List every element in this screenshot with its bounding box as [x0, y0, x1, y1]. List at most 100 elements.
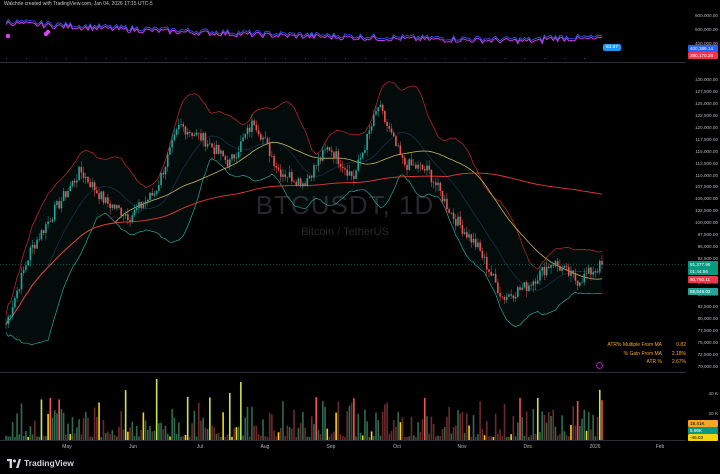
volume-bar	[304, 427, 306, 441]
candle-body	[525, 282, 528, 291]
top-indicator-tick-mark	[564, 58, 566, 60]
candle-body	[113, 204, 116, 209]
candle-body	[255, 124, 258, 131]
candle-body	[244, 134, 247, 138]
candle-body	[412, 164, 415, 166]
volume-bar	[213, 427, 216, 441]
volume-bar	[302, 412, 304, 441]
top-axis-tick: 500,000.00	[695, 27, 718, 32]
candle-body	[346, 169, 349, 176]
candle-body	[359, 157, 362, 160]
volume-bar	[135, 426, 138, 441]
top-indicator-tick-mark	[305, 58, 306, 60]
time-axis[interactable]: May Jun Jul Aug Sep Oct Nov Dec 2026 Feb	[0, 440, 686, 451]
volume-bar	[158, 423, 160, 441]
volume-bar	[144, 420, 147, 441]
candle-body	[517, 287, 519, 297]
candle-body	[488, 269, 490, 272]
candle-body	[257, 130, 260, 135]
price-axis-tick: 105,000.00	[695, 196, 718, 202]
candle-body	[49, 221, 52, 223]
candle-body	[36, 239, 38, 249]
candle-body	[217, 144, 220, 154]
top-indicator-pane[interactable]	[0, 8, 686, 63]
volume-bar	[16, 413, 18, 441]
volume-bar	[541, 411, 543, 441]
candle-body	[171, 140, 173, 148]
goto-realtime-icon[interactable]	[596, 362, 603, 369]
candle-body	[581, 282, 583, 283]
volume-pane[interactable]	[0, 372, 686, 441]
volume-bar	[532, 409, 535, 441]
candle-body	[375, 111, 377, 115]
volume-bar	[191, 423, 193, 441]
volume-bar	[322, 401, 324, 441]
candle-body	[115, 205, 118, 209]
candle-body	[195, 132, 198, 135]
candle-body	[401, 155, 404, 158]
candle-body	[335, 151, 337, 159]
candle-body	[561, 267, 563, 271]
candle-body	[259, 134, 262, 140]
volume-bar	[96, 416, 98, 441]
volume-bar	[472, 415, 475, 441]
candle-body	[355, 170, 357, 179]
candle-body	[286, 176, 289, 178]
candle-body	[47, 221, 49, 225]
candle-body	[299, 178, 302, 187]
candle-body	[120, 207, 123, 216]
top-indicator-signal-dot	[45, 29, 51, 35]
top-indicator-tick-mark	[125, 58, 127, 60]
candle-body	[572, 270, 574, 275]
top-indicator-tick-mark	[444, 58, 446, 60]
candle-body	[237, 152, 240, 158]
volume-bar	[521, 417, 524, 441]
candle-body	[189, 131, 191, 133]
candle-body	[9, 315, 12, 317]
candle-body	[587, 267, 590, 274]
candle-body	[191, 132, 193, 136]
candle-body	[499, 293, 501, 297]
volume-bar	[282, 401, 284, 441]
candle-body	[348, 171, 351, 176]
candle-body	[567, 267, 570, 276]
candle-body	[477, 242, 479, 248]
candle-body	[211, 143, 213, 148]
top-indicator-tick-mark	[544, 58, 546, 60]
candle-body	[111, 204, 114, 208]
volume-bar	[142, 412, 145, 441]
volume-bar	[443, 427, 446, 441]
volume-bar	[430, 416, 433, 441]
top-indicator-tick-mark	[6, 58, 7, 60]
volume-bar	[517, 422, 519, 441]
volume-bar	[574, 425, 577, 441]
main-price-axis[interactable]: 130,000.00 127,500.00 125,000.00 122,500.00…	[686, 63, 720, 370]
volume-bar	[570, 424, 572, 441]
top-indicator-tick-mark	[165, 58, 167, 60]
candle-body	[155, 190, 158, 194]
candle-body	[206, 144, 209, 147]
volume-bar	[58, 399, 60, 441]
candle-body	[5, 324, 7, 325]
volume-bar	[268, 412, 271, 441]
top-indicator-tick-mark	[344, 58, 346, 60]
candle-body	[76, 180, 78, 183]
candle-body	[601, 260, 603, 265]
candle-body	[107, 197, 109, 204]
volume-bar	[598, 389, 601, 441]
volume-bar	[503, 404, 506, 441]
volume-bar	[56, 413, 58, 441]
chart-caption: Walchrle created with TradingView.com, J…	[4, 1, 153, 7]
candle-body	[53, 205, 56, 220]
top-indicator-tick-mark	[524, 58, 526, 60]
volume-bar	[237, 426, 240, 441]
volume-bar	[454, 425, 457, 441]
candle-body	[384, 110, 386, 122]
candle-body	[80, 166, 83, 173]
candle-body	[197, 132, 200, 134]
tradingview-brand[interactable]: TradingView	[7, 458, 74, 468]
candle-body	[570, 270, 572, 276]
candle-body	[333, 152, 335, 159]
candle-body	[166, 154, 169, 167]
candle-body	[337, 151, 340, 164]
